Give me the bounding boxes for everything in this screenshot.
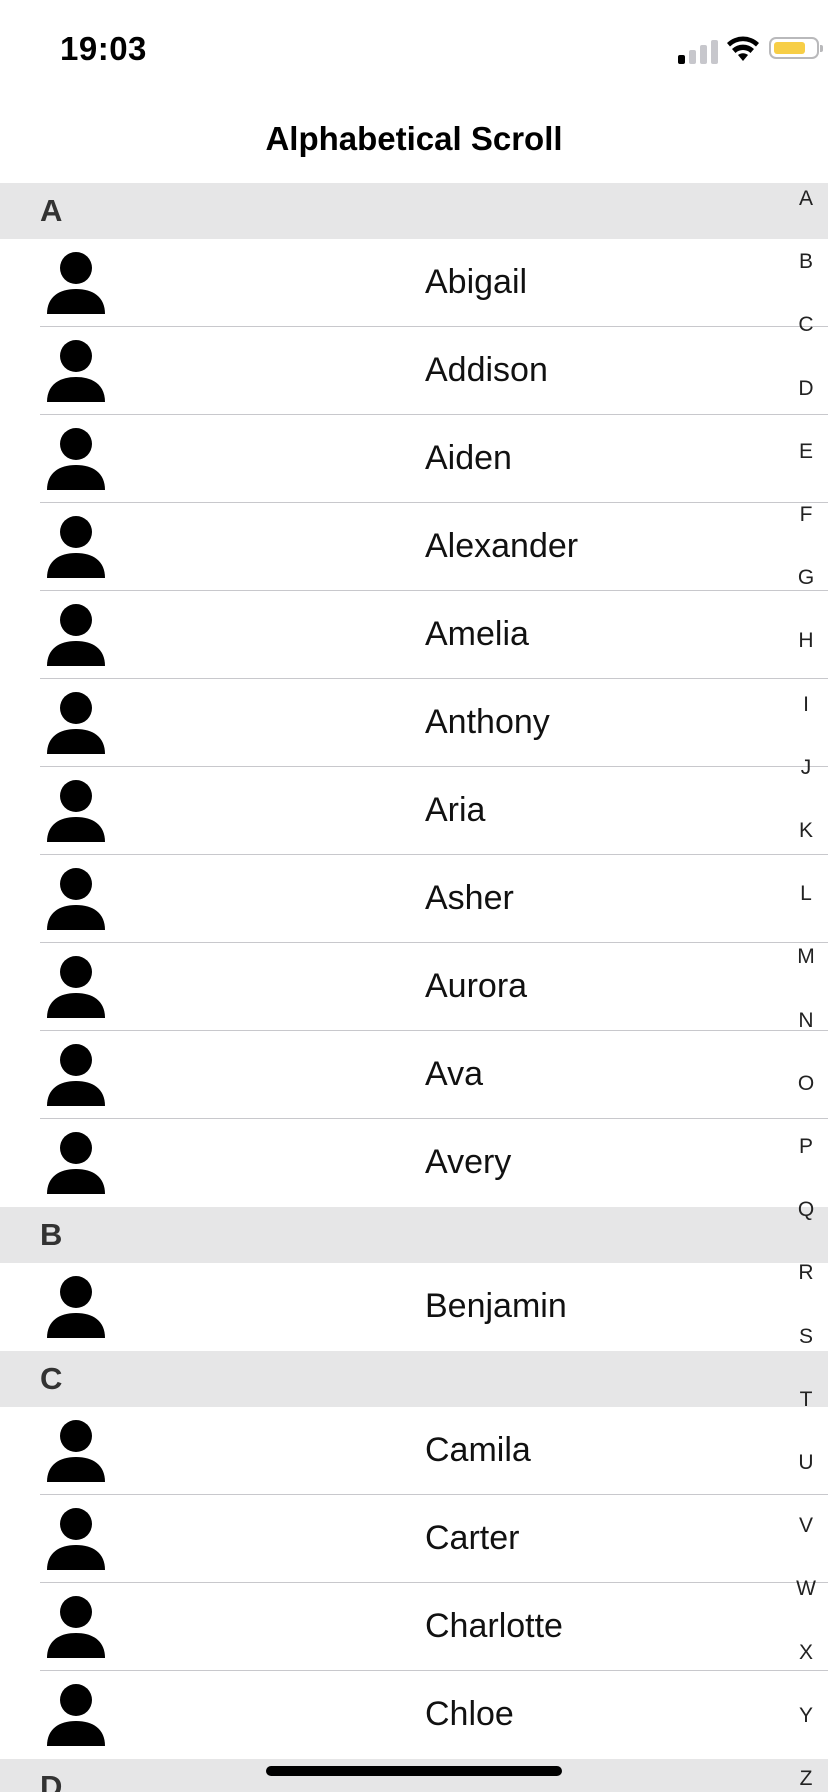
person-icon	[46, 603, 106, 667]
index-letter-l[interactable]: L	[784, 882, 828, 906]
contact-name: Benjamin	[425, 1287, 567, 1325]
index-letter-d[interactable]: D	[784, 377, 828, 401]
person-icon	[46, 1419, 106, 1483]
section-letter: A	[40, 193, 63, 228]
person-icon	[46, 779, 106, 843]
index-letter-c[interactable]: C	[784, 313, 828, 337]
battery-icon	[769, 37, 823, 59]
contact-name: Camila	[425, 1431, 531, 1469]
index-letter-e[interactable]: E	[784, 440, 828, 464]
index-letter-a[interactable]: A	[784, 187, 828, 211]
person-icon	[46, 1683, 106, 1747]
contact-name: Aiden	[425, 439, 512, 477]
contact-row[interactable]: Chloe	[0, 1671, 828, 1759]
index-letter-s[interactable]: S	[784, 1325, 828, 1349]
contact-name: Aria	[425, 791, 486, 829]
status-time: 19:03	[60, 30, 147, 67]
section-letter: C	[40, 1361, 63, 1396]
contact-name: Asher	[425, 879, 514, 917]
index-letter-y[interactable]: Y	[784, 1704, 828, 1728]
home-indicator[interactable]	[266, 1766, 562, 1776]
contact-list[interactable]: A Abigail Addison Aiden Alexander Amelia Antho…	[0, 183, 828, 1792]
contact-row[interactable]: Anthony	[0, 679, 828, 767]
person-icon	[46, 427, 106, 491]
person-icon	[46, 515, 106, 579]
index-letter-o[interactable]: O	[784, 1072, 828, 1096]
section-header-a: A	[0, 183, 828, 239]
contact-name: Avery	[425, 1143, 512, 1181]
section-letter: D	[40, 1769, 63, 1792]
index-letter-m[interactable]: M	[784, 945, 828, 969]
section-header-c: C	[0, 1351, 828, 1407]
contact-row[interactable]: Aiden	[0, 415, 828, 503]
person-icon	[46, 339, 106, 403]
contact-row[interactable]: Avery	[0, 1119, 828, 1207]
contact-row[interactable]: Asher	[0, 855, 828, 943]
index-letter-x[interactable]: X	[784, 1641, 828, 1665]
contact-name: Abigail	[425, 263, 528, 301]
cellular-signal-icon	[678, 38, 718, 64]
page-title: Alphabetical Scroll	[265, 120, 563, 157]
index-letter-j[interactable]: J	[784, 756, 828, 780]
contact-row[interactable]: Amelia	[0, 591, 828, 679]
contact-row[interactable]: Charlotte	[0, 1583, 828, 1671]
index-letter-i[interactable]: I	[784, 693, 828, 717]
person-icon	[46, 1595, 106, 1659]
contact-name: Alexander	[425, 527, 579, 565]
contact-name: Amelia	[425, 615, 529, 653]
index-letter-h[interactable]: H	[784, 629, 828, 653]
status-bar: 19:03	[0, 0, 828, 100]
index-letter-p[interactable]: P	[784, 1135, 828, 1159]
contact-name: Carter	[425, 1519, 520, 1557]
section-header-b: B	[0, 1207, 828, 1263]
contact-row[interactable]: Benjamin	[0, 1263, 828, 1351]
person-icon	[46, 251, 106, 315]
wifi-icon	[727, 36, 759, 61]
index-letter-t[interactable]: T	[784, 1388, 828, 1412]
contact-row[interactable]: Aria	[0, 767, 828, 855]
alphabet-index-bar[interactable]: A B C D E F G H I J K L M N O P Q R S T U V W X Y Z	[784, 183, 828, 1792]
contact-name: Chloe	[425, 1695, 514, 1733]
contact-row[interactable]: Alexander	[0, 503, 828, 591]
person-icon	[46, 955, 106, 1019]
index-letter-w[interactable]: W	[784, 1577, 828, 1601]
index-letter-f[interactable]: F	[784, 503, 828, 527]
index-letter-v[interactable]: V	[784, 1514, 828, 1538]
contact-name: Charlotte	[425, 1607, 563, 1645]
person-icon	[46, 1043, 106, 1107]
contact-row[interactable]: Addison	[0, 327, 828, 415]
contact-row[interactable]: Abigail	[0, 239, 828, 327]
contact-row[interactable]: Aurora	[0, 943, 828, 1031]
index-letter-q[interactable]: Q	[784, 1198, 828, 1222]
contact-row[interactable]: Carter	[0, 1495, 828, 1583]
index-letter-b[interactable]: B	[784, 250, 828, 274]
index-letter-n[interactable]: N	[784, 1009, 828, 1033]
person-icon	[46, 1131, 106, 1195]
contact-name: Addison	[425, 351, 548, 389]
contact-row[interactable]: Ava	[0, 1031, 828, 1119]
contact-name: Anthony	[425, 703, 550, 741]
person-icon	[46, 691, 106, 755]
index-letter-u[interactable]: U	[784, 1451, 828, 1475]
person-icon	[46, 867, 106, 931]
contact-name: Ava	[425, 1055, 483, 1093]
contact-name: Aurora	[425, 967, 528, 1005]
person-icon	[46, 1275, 106, 1339]
index-letter-z[interactable]: Z	[784, 1767, 828, 1791]
person-icon	[46, 1507, 106, 1571]
contact-row[interactable]: Camila	[0, 1407, 828, 1495]
section-letter: B	[40, 1217, 63, 1252]
index-letter-g[interactable]: G	[784, 566, 828, 590]
index-letter-r[interactable]: R	[784, 1261, 828, 1285]
index-letter-k[interactable]: K	[784, 819, 828, 843]
